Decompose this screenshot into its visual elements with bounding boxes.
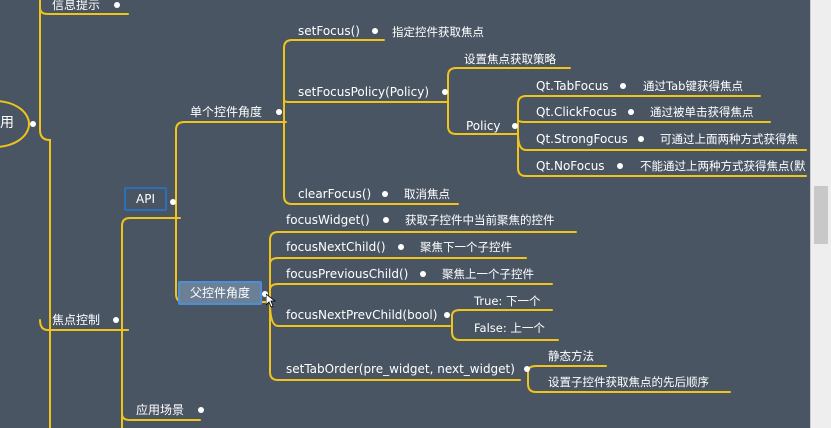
- node-connector-dot: [30, 121, 36, 127]
- scrollbar-thumb[interactable]: [814, 186, 828, 244]
- focus-widget-node[interactable]: focusWidget(): [286, 212, 370, 228]
- set-focus-node[interactable]: setFocus(): [298, 23, 360, 39]
- set-tab-order-static: 静态方法: [548, 349, 594, 363]
- set-focus-policy-desc: 设置焦点获取策略: [464, 52, 556, 66]
- policy-strong-focus-desc: 可通过上面两种方式获得焦: [660, 132, 798, 146]
- set-focus-desc: 指定控件获取焦点: [392, 25, 484, 39]
- focus-next-prev-false: False: 上一个: [474, 321, 545, 335]
- focus-next-prev-child-node[interactable]: focusNextPrevChild(bool): [286, 307, 437, 323]
- node-connector-dot: [524, 366, 530, 372]
- single-widget-node[interactable]: 单个控件角度: [190, 104, 262, 120]
- clear-focus-node[interactable]: clearFocus(): [298, 186, 371, 202]
- node-connector-dot: [372, 28, 378, 34]
- policy-tab-focus[interactable]: Qt.TabFocus: [536, 78, 609, 94]
- node-connector-dot: [382, 191, 388, 197]
- focus-next-child-desc: 聚焦下一个子控件: [420, 240, 512, 254]
- node-connector-dot: [628, 109, 634, 115]
- node-connector-dot: [420, 271, 426, 277]
- node-connector-dot: [638, 136, 644, 142]
- mouse-cursor-icon: [266, 294, 276, 308]
- node-connector-dot: [170, 199, 176, 205]
- node-connector-dot: [620, 83, 626, 89]
- policy-tab-focus-desc: 通过Tab键获得焦点: [643, 79, 743, 93]
- focus-previous-child-node[interactable]: focusPreviousChild(): [286, 266, 408, 282]
- set-focus-policy-node[interactable]: setFocusPolicy(Policy): [298, 84, 429, 100]
- set-tab-order-node[interactable]: setTabOrder(pre_widget, next_widget): [286, 361, 515, 377]
- node-connector-dot: [444, 312, 450, 318]
- root-node-label: 用: [0, 115, 14, 131]
- node-connector-dot: [617, 163, 623, 169]
- vertical-scrollbar[interactable]: [810, 0, 831, 428]
- policy-no-focus[interactable]: Qt.NoFocus: [536, 158, 605, 174]
- focus-next-prev-true: True: 下一个: [474, 294, 541, 308]
- node-connector-dot: [512, 123, 518, 129]
- node-connector-dot: [383, 217, 389, 223]
- node-connector-dot: [114, 2, 120, 8]
- app-scenario-node[interactable]: 应用场景: [136, 402, 184, 418]
- api-node[interactable]: API: [124, 187, 167, 211]
- focus-widget-desc: 获取子控件中当前聚焦的控件: [405, 213, 555, 227]
- node-connector-dot: [442, 89, 448, 95]
- info-tip-node[interactable]: 信息提示: [52, 0, 100, 13]
- policy-no-focus-desc: 不能通过上两种方式获得焦点(默: [640, 159, 806, 173]
- node-connector-dot: [398, 244, 404, 250]
- set-tab-order-desc: 设置子控件获取焦点的先后顺序: [548, 375, 709, 389]
- node-connector-dot: [198, 407, 204, 413]
- policy-click-focus[interactable]: Qt.ClickFocus: [536, 104, 617, 120]
- node-connector-dot: [113, 317, 119, 323]
- focus-next-child-node[interactable]: focusNextChild(): [286, 239, 386, 255]
- policy-strong-focus[interactable]: Qt.StrongFocus: [536, 131, 628, 147]
- focus-previous-child-desc: 聚焦上一个子控件: [442, 267, 534, 281]
- focus-control-node[interactable]: 焦点控制: [52, 312, 100, 328]
- parent-widget-node[interactable]: 父控件角度: [178, 281, 263, 305]
- node-connector-dot: [276, 109, 282, 115]
- policy-click-focus-desc: 通过被单击获得焦点: [650, 105, 754, 119]
- policy-node[interactable]: Policy: [466, 118, 501, 134]
- clear-focus-desc: 取消焦点: [404, 187, 450, 201]
